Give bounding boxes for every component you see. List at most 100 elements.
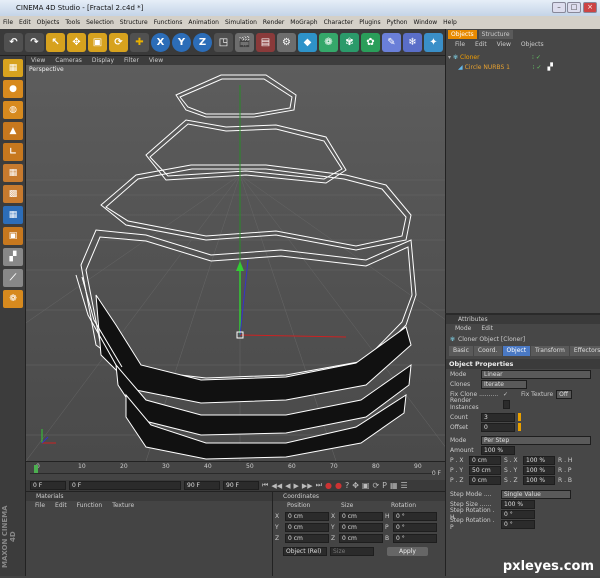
x-axis-icon[interactable]: X <box>151 32 170 52</box>
amount-field[interactable]: 100 % <box>481 445 515 455</box>
move-icon[interactable]: ✥ <box>67 32 86 52</box>
viewport-menu-item[interactable]: Filter <box>119 56 144 65</box>
menu-item-window[interactable]: Window <box>411 16 441 29</box>
menu-item-simulation[interactable]: Simulation <box>222 16 260 29</box>
position-field[interactable]: 0 cm <box>285 534 329 543</box>
y-axis-icon[interactable]: Y <box>172 32 191 52</box>
materials-menu-item[interactable]: Edit <box>50 501 72 510</box>
objects-menu-item[interactable]: View <box>492 40 516 49</box>
scale-field[interactable]: 100 % <box>523 475 555 485</box>
expand-icon[interactable]: ▾ <box>448 54 451 61</box>
materials-menu-item[interactable]: Function <box>72 501 108 510</box>
visibility-icon[interactable]: ⁝ ✓ <box>532 54 541 61</box>
play-icon[interactable]: ▶ <box>293 482 298 490</box>
visibility-icon[interactable]: ⁝ ✓ <box>533 64 542 71</box>
texture-tag-icon[interactable]: ▞ <box>547 63 552 71</box>
viewport-menu-item[interactable]: View <box>144 56 168 65</box>
record-icon[interactable]: ● <box>325 481 332 490</box>
preview-min-field[interactable]: 90 F <box>184 481 220 490</box>
fix-texture-select[interactable]: Off <box>556 389 573 399</box>
subdivision-icon[interactable]: ❁ <box>319 32 338 52</box>
render-settings-icon[interactable]: ⚙ <box>277 32 296 52</box>
cloner-icon[interactable]: ✾ <box>340 32 359 52</box>
offset-field[interactable]: 0 <box>481 422 515 432</box>
position-field[interactable]: 0 cm <box>285 512 329 521</box>
pos-field[interactable]: 50 cm <box>469 465 501 475</box>
rotation-key-icon[interactable]: ⟳ <box>372 481 379 490</box>
objects-menu-item[interactable]: Objects <box>516 40 549 49</box>
rotation-field[interactable]: 0 ° <box>393 534 437 543</box>
count-field[interactable]: 3 <box>481 412 515 422</box>
menu-item-animation[interactable]: Animation <box>185 16 222 29</box>
tab-structure[interactable]: Structure <box>478 30 513 39</box>
tab-objects[interactable]: Objects <box>448 30 477 39</box>
menu-item-selection[interactable]: Selection <box>83 16 117 29</box>
materials-menu-item[interactable]: Texture <box>107 501 139 510</box>
menu-item-structure[interactable]: Structure <box>117 16 151 29</box>
timeline[interactable]: 0102030405060708090 0 F <box>26 461 445 480</box>
maximize-button[interactable]: □ <box>567 2 581 13</box>
timeline-menu-icon[interactable]: ☰ <box>401 481 408 490</box>
texture-mode-icon[interactable]: ◍ <box>3 101 23 119</box>
step-forward-icon[interactable]: ▶▶ <box>302 482 313 490</box>
step-mode-select[interactable]: Single Value <box>501 489 571 499</box>
live-selection-icon[interactable]: ↖ <box>46 32 65 52</box>
make-editable-icon[interactable]: ▦ <box>3 59 23 77</box>
position-field[interactable]: 0 cm <box>285 523 329 532</box>
end-frame-field[interactable]: 90 F <box>223 481 259 490</box>
tab-basic[interactable]: Basic <box>449 346 473 356</box>
size-field[interactable]: 0 cm <box>339 534 383 543</box>
mode-select[interactable]: Linear <box>481 369 591 379</box>
axis-mode-icon[interactable]: ∟ <box>3 143 23 161</box>
render-picture-viewer-icon[interactable]: ▤ <box>256 32 275 52</box>
viewport-menu-item[interactable]: Display <box>87 56 119 65</box>
minimize-button[interactable]: – <box>552 2 566 13</box>
scale-icon[interactable]: ▣ <box>88 32 107 52</box>
redo-icon[interactable]: ↷ <box>25 32 44 52</box>
attributes-menu-item[interactable]: Mode <box>450 324 476 333</box>
pos-field[interactable]: 0 cm <box>469 455 501 465</box>
scene-icon[interactable]: ✦ <box>424 32 443 52</box>
undo-icon[interactable]: ↶ <box>4 32 23 52</box>
tree-item-cloner[interactable]: ▾ ✾ Cloner ⁝ ✓ <box>448 52 598 62</box>
points-mode-icon[interactable]: ▦ <box>3 164 23 182</box>
keyframe-selection-icon[interactable]: ? <box>345 481 349 490</box>
apply-button[interactable]: Apply <box>387 547 428 556</box>
offset-slider[interactable] <box>518 423 521 431</box>
rotate-icon[interactable]: ⟳ <box>109 32 128 52</box>
viewport-menu-item[interactable]: View <box>26 56 50 65</box>
count-slider[interactable] <box>518 413 521 421</box>
z-axis-icon[interactable]: Z <box>193 32 212 52</box>
recent-tool-icon[interactable]: ✚ <box>130 32 149 52</box>
fix-clone-checkbox[interactable]: ✓ <box>503 391 508 398</box>
rotation-field[interactable]: 0 ° <box>393 512 437 521</box>
tab-transform[interactable]: Transform <box>531 346 569 356</box>
light-icon[interactable]: ❄ <box>403 32 422 52</box>
attributes-menu-item[interactable]: Edit <box>476 324 498 333</box>
menu-item-mograph[interactable]: MoGraph <box>287 16 320 29</box>
start-frame-field[interactable]: 0 F <box>30 481 66 490</box>
position-key-icon[interactable]: ✥ <box>352 481 359 490</box>
menu-item-help[interactable]: Help <box>440 16 460 29</box>
param-key-icon[interactable]: P <box>382 481 387 490</box>
rotation-field[interactable]: 0 ° <box>393 523 437 532</box>
uv-mode-icon[interactable]: ▣ <box>3 227 23 245</box>
snapping-icon[interactable]: ▞ <box>3 248 23 266</box>
menu-item-file[interactable]: File <box>0 16 16 29</box>
coordinates-size-select[interactable]: Size <box>330 547 374 556</box>
step-back-icon[interactable]: ◀◀ <box>271 482 282 490</box>
workplane-icon[interactable]: ▲ <box>3 122 23 140</box>
materials-menu-item[interactable]: File <box>30 501 50 510</box>
viewport-menu-item[interactable]: Cameras <box>50 56 87 65</box>
tab-coord[interactable]: Coord. <box>473 346 502 356</box>
model-mode-icon[interactable]: ● <box>3 80 23 98</box>
size-field[interactable]: 0 cm <box>339 523 383 532</box>
scale-field[interactable]: 100 % <box>523 465 555 475</box>
menu-item-plugins[interactable]: Plugins <box>356 16 384 29</box>
tree-item-circle-nurbs[interactable]: ◢ Circle NURBS 1 ⁝ ✓ ▞ <box>448 62 598 72</box>
workplane-lock-icon[interactable]: ⟋ <box>3 269 23 287</box>
edges-mode-icon[interactable]: ▩ <box>3 185 23 203</box>
menu-item-edit[interactable]: Edit <box>16 16 34 29</box>
polygons-mode-icon[interactable]: ▦ <box>3 206 23 224</box>
step-rot-p-field[interactable]: 0 ° <box>501 519 535 529</box>
